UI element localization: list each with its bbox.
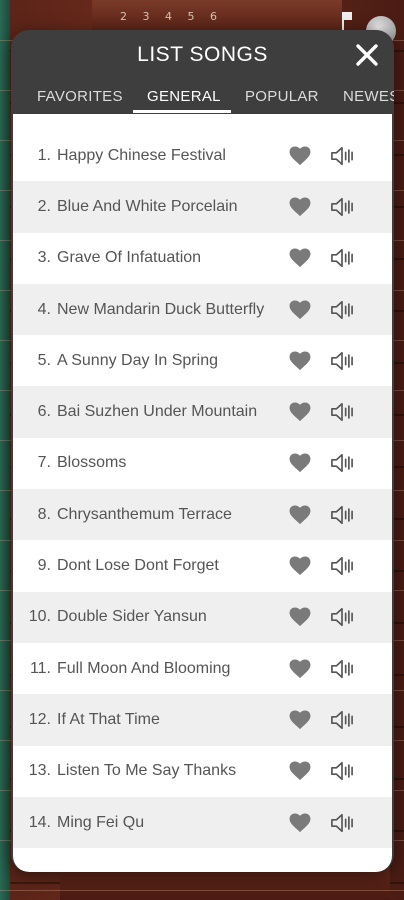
- song-number: 1.: [37, 146, 51, 164]
- song-number: 6.: [37, 403, 51, 421]
- modal-header: LIST SONGS FAVORITES GENERAL POPULAR NEW…: [11, 30, 394, 113]
- favorite-heart-icon[interactable]: [289, 710, 311, 730]
- instrument-string: [0, 890, 404, 891]
- favorite-heart-icon[interactable]: [289, 402, 311, 422]
- song-row[interactable]: 13. Listen To Me Say Thanks: [13, 746, 392, 797]
- song-number: 5.: [37, 351, 51, 369]
- song-number: 14.: [28, 813, 51, 831]
- song-list-modal: LIST SONGS FAVORITES GENERAL POPULAR NEW…: [11, 30, 394, 872]
- play-preview-speaker-icon[interactable]: [330, 452, 354, 474]
- favorite-heart-icon[interactable]: [289, 299, 311, 320]
- song-row[interactable]: 7. Blossoms: [13, 438, 392, 489]
- song-row[interactable]: 6. Bai Suzhen Under Mountain: [13, 386, 392, 438]
- play-preview-speaker-icon[interactable]: [330, 247, 354, 269]
- tab-general[interactable]: GENERAL: [147, 88, 221, 112]
- close-icon: [356, 44, 378, 66]
- favorite-heart-icon[interactable]: [289, 812, 311, 833]
- favorite-heart-icon[interactable]: [289, 146, 311, 166]
- song-row[interactable]: 9. Dont Lose Dont Forget: [13, 540, 392, 591]
- song-number: 10.: [28, 608, 51, 626]
- song-row[interactable]: 8. Chrysanthemum Terrace: [13, 489, 392, 541]
- play-preview-speaker-icon[interactable]: [330, 812, 354, 834]
- song-number: 12.: [28, 710, 51, 728]
- play-preview-speaker-icon[interactable]: [330, 299, 354, 321]
- song-number: 3.: [37, 249, 51, 267]
- play-preview-speaker-icon[interactable]: [330, 658, 354, 680]
- favorite-heart-icon[interactable]: [289, 659, 311, 679]
- song-row[interactable]: 3. Grave Of Infatuation: [13, 233, 392, 284]
- favorite-heart-icon[interactable]: [289, 607, 311, 627]
- song-number: 8.: [37, 505, 51, 523]
- favorite-heart-icon[interactable]: [289, 453, 311, 473]
- song-number: 2.: [37, 197, 51, 215]
- song-number: 4.: [37, 300, 51, 318]
- song-number: 9.: [37, 557, 51, 575]
- song-row[interactable]: 10. Double Sider Yansun: [13, 591, 392, 643]
- play-preview-speaker-icon[interactable]: [330, 504, 354, 526]
- song-number: 11.: [29, 659, 51, 677]
- song-list: 1. Happy Chinese Festival 2. Blue And White…: [13, 114, 392, 872]
- song-number: 7.: [37, 454, 51, 472]
- instrument-string-numbers: 2 3 4 5 6: [92, 0, 342, 30]
- song-row[interactable]: 2. Blue And White Porcelain: [13, 181, 392, 233]
- favorite-heart-icon[interactable]: [289, 505, 311, 525]
- song-row[interactable]: 14. Ming Fei Qu: [13, 796, 392, 849]
- tab-newest[interactable]: NEWES: [343, 88, 394, 112]
- close-button[interactable]: [354, 42, 380, 68]
- favorite-heart-icon[interactable]: [289, 351, 311, 371]
- play-preview-speaker-icon[interactable]: [330, 606, 354, 628]
- flag-icon[interactable]: [342, 12, 354, 30]
- favorite-heart-icon[interactable]: [289, 248, 311, 268]
- favorite-heart-icon[interactable]: [289, 197, 311, 217]
- song-row[interactable]: 5. A Sunny Day In Spring: [13, 335, 392, 386]
- play-preview-speaker-icon[interactable]: [330, 555, 354, 577]
- song-row[interactable]: 11. Full Moon And Blooming: [13, 643, 392, 694]
- song-row[interactable]: 1. Happy Chinese Festival: [13, 130, 392, 181]
- favorite-heart-icon[interactable]: [289, 556, 311, 576]
- play-preview-speaker-icon[interactable]: [330, 760, 354, 782]
- song-row[interactable]: 4. New Mandarin Duck Butterfly: [13, 283, 392, 336]
- instrument-edge: [0, 0, 10, 900]
- tab-bar: FAVORITES GENERAL POPULAR NEWES: [11, 82, 394, 113]
- modal-title: LIST SONGS: [137, 43, 268, 66]
- song-row[interactable]: 12. If At That Time: [13, 694, 392, 746]
- play-preview-speaker-icon[interactable]: [330, 196, 354, 218]
- tab-popular[interactable]: POPULAR: [245, 88, 319, 112]
- song-number: 13.: [28, 762, 51, 780]
- play-preview-speaker-icon[interactable]: [330, 401, 354, 423]
- play-preview-speaker-icon[interactable]: [330, 709, 354, 731]
- favorite-heart-icon[interactable]: [289, 761, 311, 781]
- play-preview-speaker-icon[interactable]: [330, 145, 354, 167]
- active-tab-indicator: [133, 110, 231, 113]
- tab-favorites[interactable]: FAVORITES: [37, 88, 123, 112]
- play-preview-speaker-icon[interactable]: [330, 350, 354, 372]
